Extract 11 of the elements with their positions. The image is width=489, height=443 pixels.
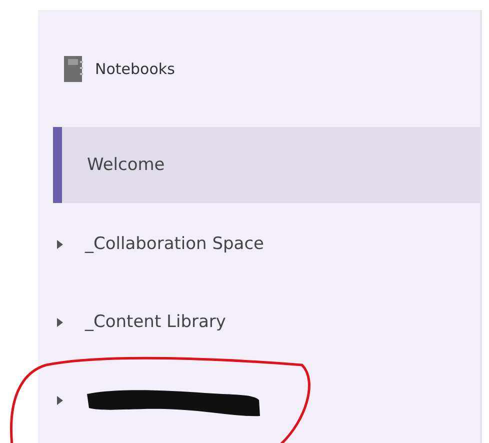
notebook-item[interactable]: _Collaboration Space [53,205,480,283]
item-label: _Content Library [85,312,226,332]
notebook-icon [63,54,83,82]
notebook-item[interactable]: _Content Library [53,283,480,361]
notebooks-heading: Notebooks [95,60,175,78]
notebook-item[interactable]: Welcome [53,127,480,203]
expand-arrow-icon[interactable] [57,318,63,326]
expand-arrow-icon[interactable] [57,240,63,248]
expand-arrow-icon[interactable] [57,396,63,404]
item-label: _Collaboration Space [85,234,264,254]
item-label: Welcome [87,155,165,175]
